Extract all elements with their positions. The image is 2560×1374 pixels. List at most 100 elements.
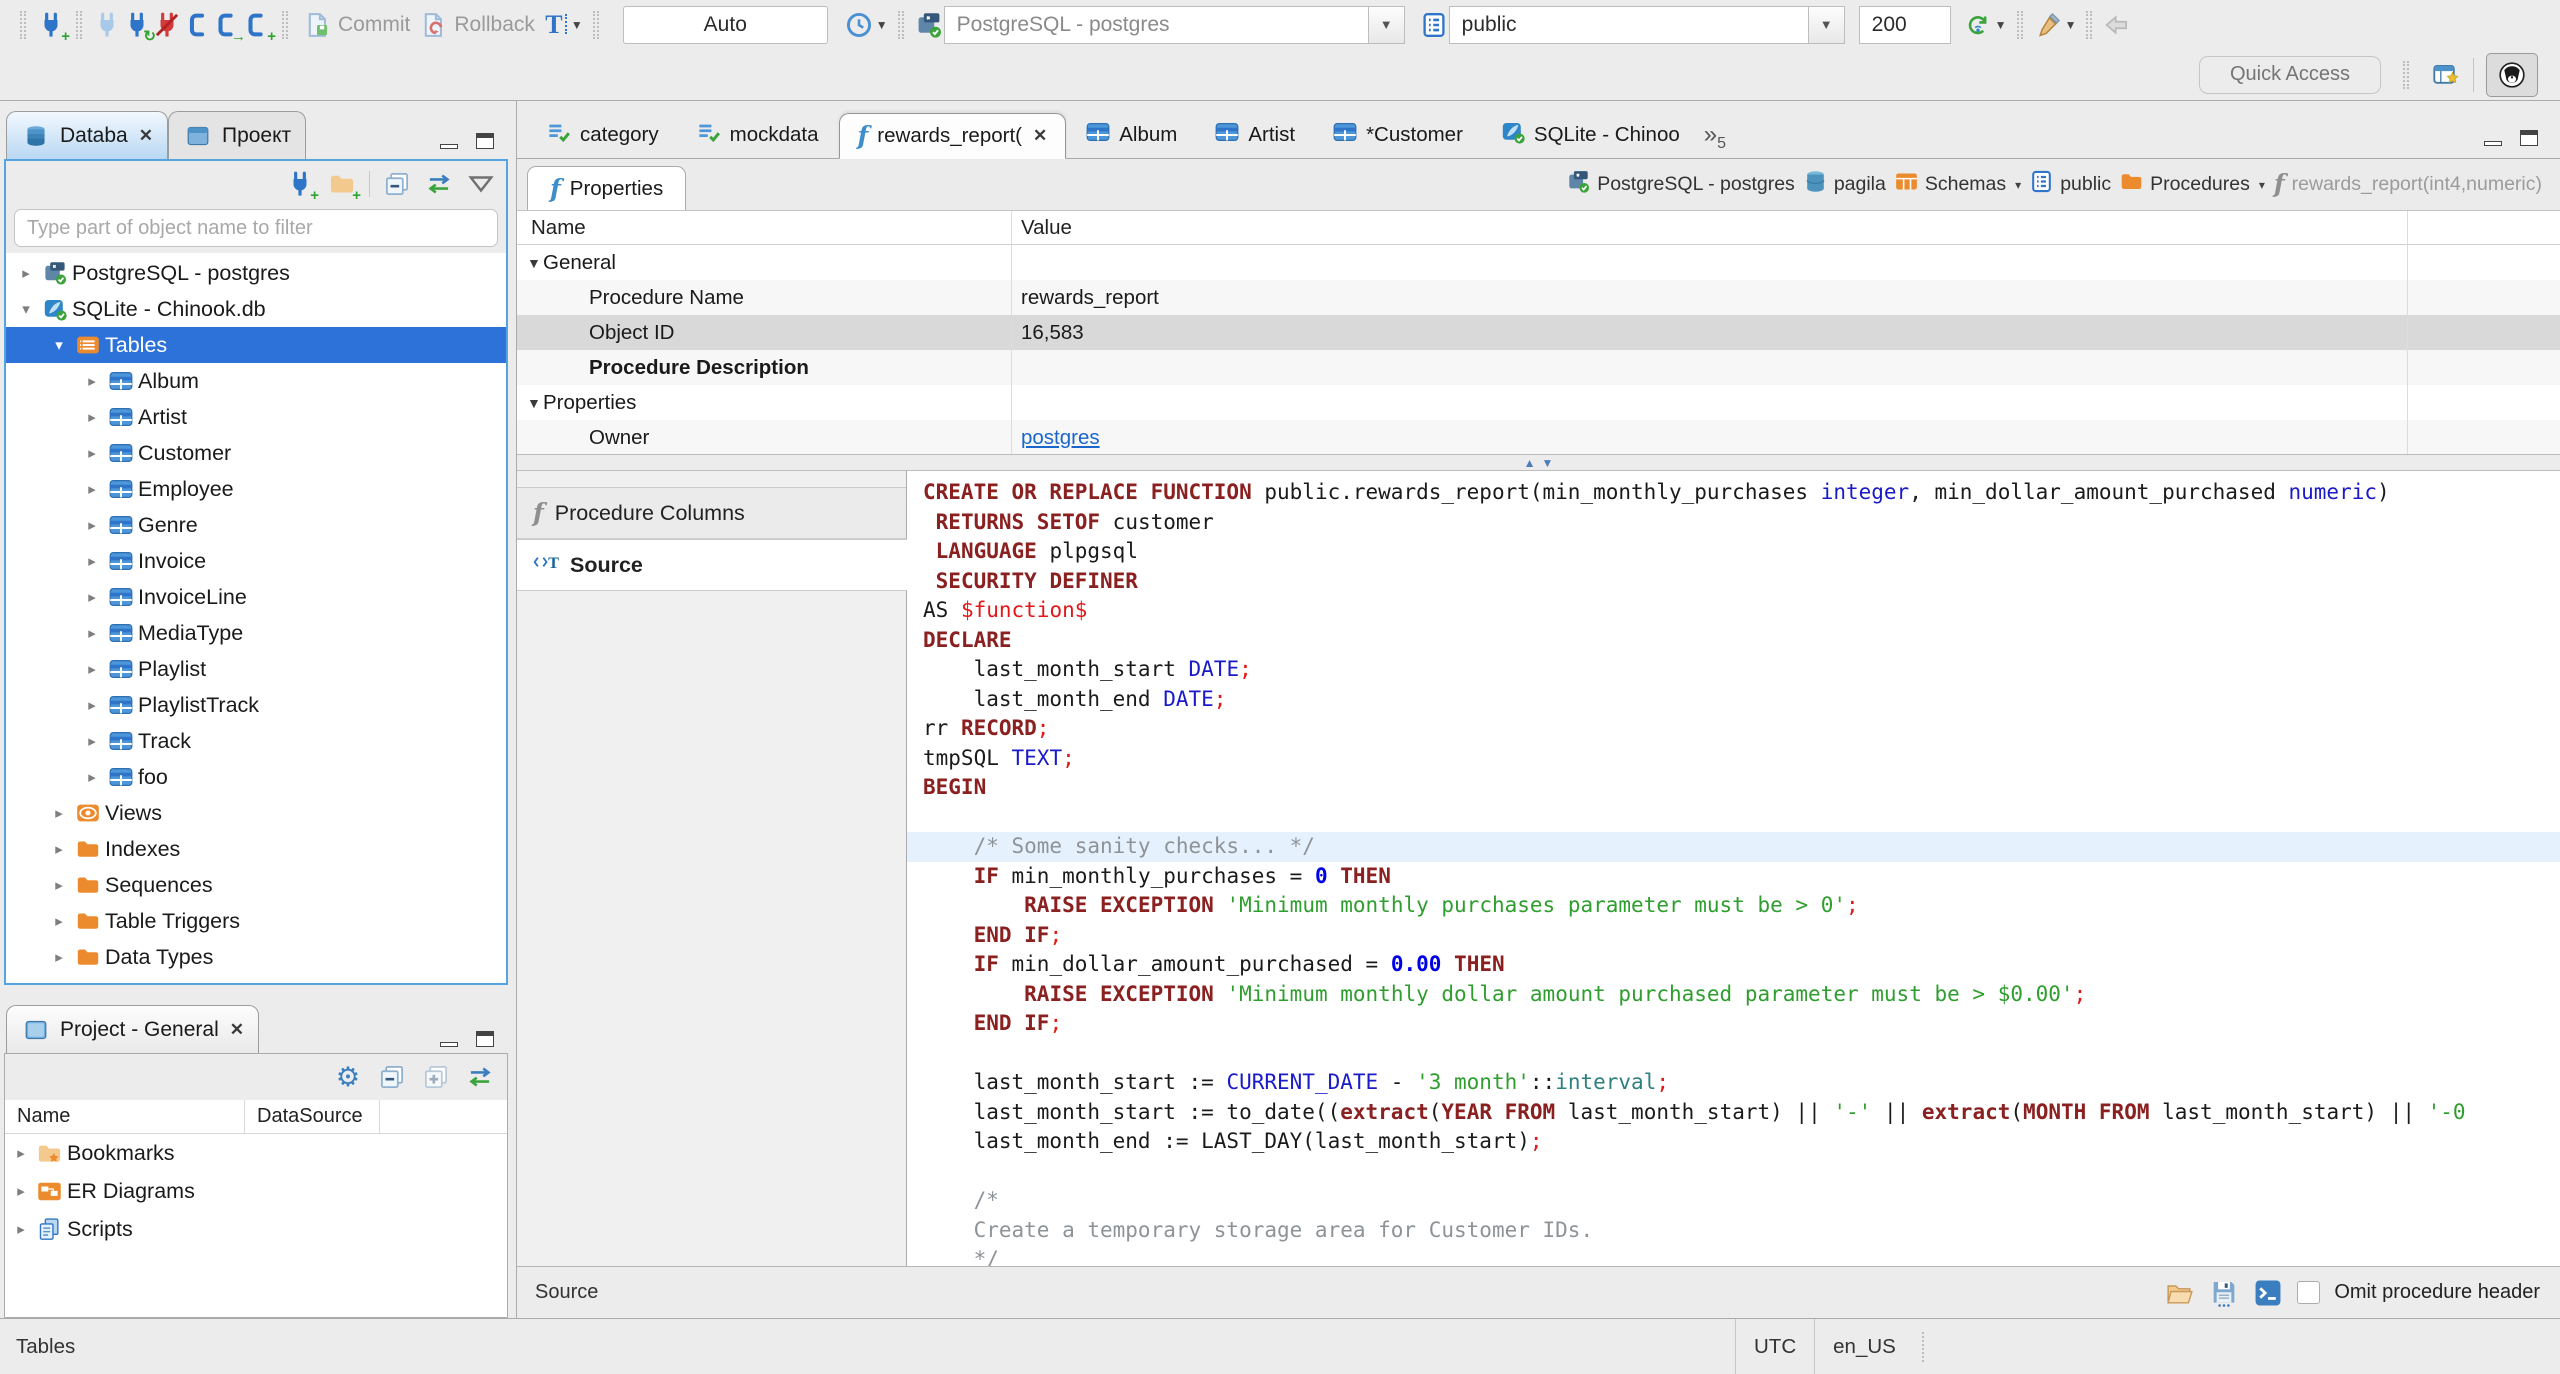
- grid-header-name[interactable]: Name: [517, 216, 1011, 240]
- tree-item-sequences[interactable]: ▸ Sequences: [6, 867, 506, 903]
- chevron-right-icon[interactable]: ▸: [80, 768, 104, 786]
- project-item-er-diagrams[interactable]: ▸ ER Diagrams: [5, 1172, 507, 1210]
- tree-item-postgresql-postgres[interactable]: ▸ PostgreSQL - postgres: [6, 255, 506, 291]
- object-filter-input[interactable]: [14, 209, 498, 247]
- tree-item-genre[interactable]: ▸ Genre: [6, 507, 506, 543]
- pen-dropdown-icon[interactable]: ▼: [2065, 18, 2077, 32]
- chevron-right-icon[interactable]: ▸: [5, 1182, 31, 1200]
- transaction-log-icon[interactable]: T: [539, 10, 569, 40]
- commit-button[interactable]: Commit: [298, 8, 414, 42]
- sql-editor-icon[interactable]: [182, 10, 212, 40]
- maximize-icon[interactable]: [476, 1031, 494, 1047]
- open-file-icon[interactable]: [2165, 1278, 2195, 1308]
- breadcrumb-item-pagila[interactable]: pagila: [1804, 170, 1886, 199]
- tree-item-playlisttrack[interactable]: ▸ PlaylistTrack: [6, 687, 506, 723]
- new-connection-icon[interactable]: +: [36, 10, 70, 44]
- chevron-right-icon[interactable]: ▸: [80, 444, 104, 462]
- tree-item-track[interactable]: ▸ Track: [6, 723, 506, 759]
- close-icon[interactable]: ✕: [1033, 126, 1047, 146]
- reconnect-icon[interactable]: ↻: [122, 10, 156, 44]
- gear-icon[interactable]: ⚙: [333, 1062, 363, 1092]
- refresh-dropdown-icon[interactable]: ▼: [1995, 18, 2007, 32]
- rollback-button[interactable]: Rollback: [414, 8, 539, 42]
- editor-tab-artist[interactable]: Artist: [1197, 112, 1313, 158]
- property-row-procedure-name[interactable]: Procedure Name rewards_report: [517, 280, 2560, 315]
- tree-item-mediatype[interactable]: ▸ MediaType: [6, 615, 506, 651]
- minimize-icon[interactable]: [2484, 140, 2502, 146]
- link-with-editor-icon[interactable]: [424, 169, 454, 199]
- source-code-editor[interactable]: CREATE OR REPLACE FUNCTION public.reward…: [907, 471, 2560, 1266]
- tree-item-table-triggers[interactable]: ▸ Table Triggers: [6, 903, 506, 939]
- omit-header-checkbox[interactable]: [2297, 1281, 2321, 1304]
- close-icon[interactable]: ✕: [139, 126, 153, 146]
- property-row-procedure-description[interactable]: Procedure Description: [517, 350, 2560, 385]
- side-tab-source[interactable]: T Source: [517, 539, 907, 591]
- tab-properties[interactable]: f Properties: [527, 166, 687, 210]
- tree-item-foo[interactable]: ▸ foo: [6, 759, 506, 795]
- tree-item-invoiceline[interactable]: ▸ InvoiceLine: [6, 579, 506, 615]
- view-menu-icon[interactable]: [466, 169, 496, 199]
- property-row-general[interactable]: ▼ General: [517, 245, 2560, 280]
- chevron-right-icon[interactable]: ▸: [47, 840, 71, 858]
- tree-item-playlist[interactable]: ▸ Playlist: [6, 651, 506, 687]
- property-row-object-id[interactable]: Object ID 16,583: [517, 315, 2560, 350]
- schema-combo[interactable]: public: [1448, 5, 1809, 44]
- connect-icon[interactable]: [92, 10, 122, 40]
- tab-projects[interactable]: Проект: [167, 111, 307, 159]
- close-icon[interactable]: ✕: [230, 1020, 244, 1040]
- project-item-scripts[interactable]: ▸ Scripts: [5, 1210, 507, 1248]
- fetch-size-field[interactable]: 200: [1858, 5, 1951, 44]
- project-item-bookmarks[interactable]: ▸ Bookmarks: [5, 1134, 507, 1172]
- column-header-name[interactable]: Name: [5, 1100, 245, 1133]
- open-sql-script-icon[interactable]: →: [212, 10, 246, 44]
- connection-combo[interactable]: PostgreSQL - postgres: [943, 5, 1369, 44]
- quick-access-input[interactable]: [2199, 55, 2381, 94]
- chevron-right-icon[interactable]: ▸: [5, 1220, 31, 1238]
- splitter-down-icon[interactable]: ▼: [1542, 457, 1554, 469]
- property-row-owner[interactable]: Owner postgres: [517, 420, 2560, 454]
- horizontal-sash[interactable]: [4, 985, 508, 1003]
- save-file-icon[interactable]: [2209, 1278, 2239, 1308]
- tab-project-general[interactable]: Project - General ✕: [6, 1005, 259, 1053]
- transaction-dropdown-icon[interactable]: ▼: [571, 18, 583, 32]
- tree-item-tables[interactable]: ▾ Tables: [6, 327, 506, 363]
- chevron-right-icon[interactable]: ▸: [80, 372, 104, 390]
- disconnect-icon[interactable]: [152, 10, 182, 40]
- chevron-right-icon[interactable]: ▸: [80, 480, 104, 498]
- locale-indicator[interactable]: en_US: [1814, 1319, 1914, 1374]
- tree-item-album[interactable]: ▸ Album: [6, 363, 506, 399]
- chevron-right-icon[interactable]: ▸: [47, 804, 71, 822]
- tree-item-invoice[interactable]: ▸ Invoice: [6, 543, 506, 579]
- column-header-datasource[interactable]: DataSource: [245, 1100, 380, 1133]
- breadcrumb-item-public[interactable]: public: [2030, 170, 2111, 199]
- collapse-all-icon[interactable]: [377, 1062, 407, 1092]
- chevron-right-icon[interactable]: ▸: [14, 264, 38, 282]
- grid-column-divider[interactable]: [1011, 211, 1012, 454]
- chevron-right-icon[interactable]: ▸: [47, 876, 71, 894]
- chevron-right-icon[interactable]: ▸: [80, 696, 104, 714]
- minimize-icon[interactable]: [440, 1041, 458, 1047]
- tab-database-navigator[interactable]: Databa ✕: [6, 111, 168, 159]
- chevron-down-icon[interactable]: ▾: [14, 300, 38, 318]
- breadcrumb-item-rewards-report-int4-numeric[interactable]: f rewards_report(int4,numeric): [2274, 171, 2542, 198]
- tree-item-indexes[interactable]: ▸ Indexes: [6, 831, 506, 867]
- new-folder-icon[interactable]: +: [327, 169, 361, 203]
- chevron-right-icon[interactable]: ▸: [80, 552, 104, 570]
- editor-tab-sqlite-chinoo[interactable]: SQLite - Chinoo: [1483, 112, 1698, 158]
- chevron-down-icon[interactable]: ▾: [2259, 178, 2265, 192]
- tab-overflow-chevron[interactable]: »5: [1698, 123, 1734, 158]
- side-tab-procedure-columns[interactable]: f Procedure Columns: [517, 487, 906, 539]
- tree-item-customer[interactable]: ▸ Customer: [6, 435, 506, 471]
- tree-item-data-types[interactable]: ▸ Data Types: [6, 939, 506, 975]
- editor-tab-customer[interactable]: *Customer: [1315, 112, 1481, 158]
- breadcrumb-item-schemas[interactable]: Schemas ▾: [1895, 170, 2021, 199]
- editor-tab-rewards-report[interactable]: f rewards_report(✕: [838, 113, 1067, 159]
- expand-all-icon[interactable]: [421, 1062, 451, 1092]
- tree-item-views[interactable]: ▸ Views: [6, 795, 506, 831]
- timeout-dropdown-icon[interactable]: ▼: [876, 18, 888, 32]
- open-perspective-icon[interactable]: [2431, 60, 2461, 90]
- maximize-icon[interactable]: [476, 133, 494, 149]
- owner-link[interactable]: postgres: [1021, 426, 1100, 449]
- chevron-right-icon[interactable]: ▸: [80, 408, 104, 426]
- tree-item-sqlite-chinook-db[interactable]: ▾ SQLite - Chinook.db: [6, 291, 506, 327]
